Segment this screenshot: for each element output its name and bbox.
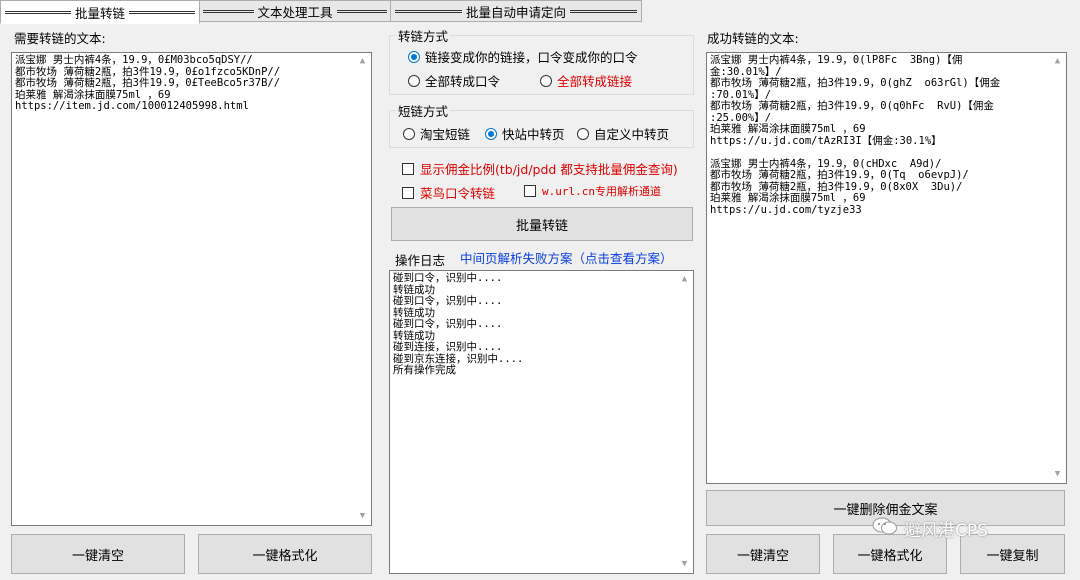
short-link-group: 短链方式 淘宝短链 快站中转页 自定义中转页 <box>389 101 694 148</box>
checkbox-wurl[interactable]: w.url.cn专用解析通道 <box>524 183 661 199</box>
radio-label: 全部转成口令 <box>425 74 501 89</box>
log-help-link[interactable]: 中间页解析失败方案（点击查看方案） <box>460 248 673 267</box>
log-line: 碰到口令，识别中.... <box>393 295 503 307</box>
log-line: 碰到连接，识别中.... <box>393 341 503 353</box>
output-line: 珀莱雅 解渴涂抹面膜75ml ，69 <box>710 192 866 204</box>
input-text-label: 需要转链的文本: <box>14 31 106 46</box>
scroll-down-icon[interactable]: ▼ <box>354 508 371 525</box>
output-line: 都市牧场 薄荷糖2瓶，拍3件19.9，0(ghZ o63rGl)【佣金 <box>710 77 1001 89</box>
input-scrollbar[interactable]: ▲ ▼ <box>354 53 371 525</box>
checkbox-icon <box>402 162 414 175</box>
radio-kuaizhan[interactable]: 快站中转页 <box>485 124 565 143</box>
watermark: 避风港CPS <box>872 516 988 541</box>
radio-label: 全部转成链接 <box>557 74 633 89</box>
input-line: https://item.jd.com/100012405998.html <box>15 100 249 112</box>
checkbox-label: 显示佣金比例(tb/jd/pdd 都支持批量佣金查询) <box>420 162 678 177</box>
radio-convert-all-link[interactable]: 全部转成链接 <box>540 71 632 90</box>
scroll-up-icon[interactable]: ▲ <box>676 271 693 288</box>
log-line: 碰到口令，识别中.... <box>393 318 503 330</box>
input-line: 派宝娜 男士内裤4条，19.9，0£M03bco5qDSY// <box>15 54 253 66</box>
checkbox-cainiao[interactable]: 菜鸟口令转链 <box>402 183 495 202</box>
output-line: 都市牧场 薄荷糖2瓶，拍3件19.9，0(Tq o6evpJ)/ <box>710 169 969 181</box>
output-scrollbar[interactable]: ▲ ▼ <box>1049 53 1066 483</box>
scroll-down-icon[interactable]: ▼ <box>1049 466 1066 483</box>
tab-label: 批量转链 <box>75 5 126 21</box>
left-format-button[interactable]: 一键格式化 <box>198 534 372 574</box>
radio-unchecked-icon <box>408 74 420 87</box>
output-text-label: 成功转链的文本: <box>707 31 799 46</box>
radio-checked-icon <box>408 50 420 63</box>
tab-label: 文本处理工具 <box>257 4 333 20</box>
tab-text-tools[interactable]: 文本处理工具 <box>198 0 392 22</box>
radio-label: 淘宝短链 <box>420 127 471 142</box>
radio-custom-page[interactable]: 自定义中转页 <box>577 124 669 143</box>
short-link-title: 短链方式 <box>396 101 451 120</box>
output-textarea[interactable]: 派宝娜 男士内裤4条，19.9，0(lP8Fc 3Bng)【佣 金:30.01%… <box>706 52 1067 484</box>
radio-unchecked-icon <box>540 74 552 87</box>
checkbox-label: 菜鸟口令转链 <box>420 186 496 201</box>
radio-label: 自定义中转页 <box>594 127 670 142</box>
output-line: 都市牧场 薄荷糖2瓶，拍3件19.9，0(q0hFc RvU)【佣金 <box>710 100 994 112</box>
scroll-up-icon[interactable]: ▲ <box>1049 53 1066 70</box>
tab-auto-apply[interactable]: 批量自动申请定向 <box>390 0 642 22</box>
watermark-text: 避风港CPS <box>904 521 988 541</box>
output-line: 派宝娜 男士内裤4条，19.9，0(lP8Fc 3Bng)【佣 <box>710 54 963 66</box>
log-textarea[interactable]: 碰到口令，识别中.... 转链成功 碰到口令，识别中.... 转链成功 碰到口令… <box>389 270 694 574</box>
radio-taobao-short[interactable]: 淘宝短链 <box>403 124 470 143</box>
radio-convert-mine[interactable]: 链接变成你的链接，口令变成你的口令 <box>408 47 638 66</box>
log-label: 操作日志 <box>395 253 446 268</box>
batch-convert-button[interactable]: 批量转链 <box>391 207 693 241</box>
input-textarea[interactable]: 派宝娜 男士内裤4条，19.9，0£M03bco5qDSY// 都市牧场 薄荷糖… <box>11 52 372 526</box>
input-line: 都市牧场 薄荷糖2瓶，拍3件19.9，0£TeeBco5r37B// <box>15 77 281 89</box>
radio-label: 快站中转页 <box>502 127 565 142</box>
radio-checked-icon <box>485 127 497 140</box>
output-line: https://u.jd.com/tyzje33 <box>710 203 862 216</box>
radio-unchecked-icon <box>403 127 415 140</box>
tab-bar: 批量转链 文本处理工具 批量自动申请定向 <box>0 0 1080 24</box>
radio-convert-all-code[interactable]: 全部转成口令 <box>408 71 500 90</box>
convert-mode-group: 转链方式 链接变成你的链接，口令变成你的口令 全部转成口令 全部转成链接 <box>389 26 694 95</box>
scroll-up-icon[interactable]: ▲ <box>354 53 371 70</box>
output-line: https://u.jd.com/tAzRI3I【佣金:30.1%】 <box>710 134 942 147</box>
wechat-icon <box>872 516 898 541</box>
checkbox-label: w.url.cn专用解析通道 <box>542 185 661 198</box>
log-line: 碰到口令，识别中.... <box>393 272 503 284</box>
log-line: 所有操作完成 <box>393 364 456 376</box>
tab-label: 批量自动申请定向 <box>466 4 567 20</box>
convert-mode-title: 转链方式 <box>396 26 451 45</box>
checkbox-show-commission[interactable]: 显示佣金比例(tb/jd/pdd 都支持批量佣金查询) <box>402 159 678 178</box>
radio-unchecked-icon <box>577 127 589 140</box>
output-line: 珀莱雅 解渴涂抹面膜75ml ，69 <box>710 123 866 135</box>
scroll-down-icon[interactable]: ▼ <box>676 556 693 573</box>
right-clear-button[interactable]: 一键清空 <box>706 534 820 574</box>
left-clear-button[interactable]: 一键清空 <box>11 534 185 574</box>
checkbox-icon <box>402 186 414 199</box>
checkbox-icon <box>524 185 536 197</box>
log-scrollbar[interactable]: ▲ ▼ <box>676 271 693 573</box>
tab-batch-convert[interactable]: 批量转链 <box>0 0 200 24</box>
radio-label: 链接变成你的链接，口令变成你的口令 <box>425 50 638 65</box>
